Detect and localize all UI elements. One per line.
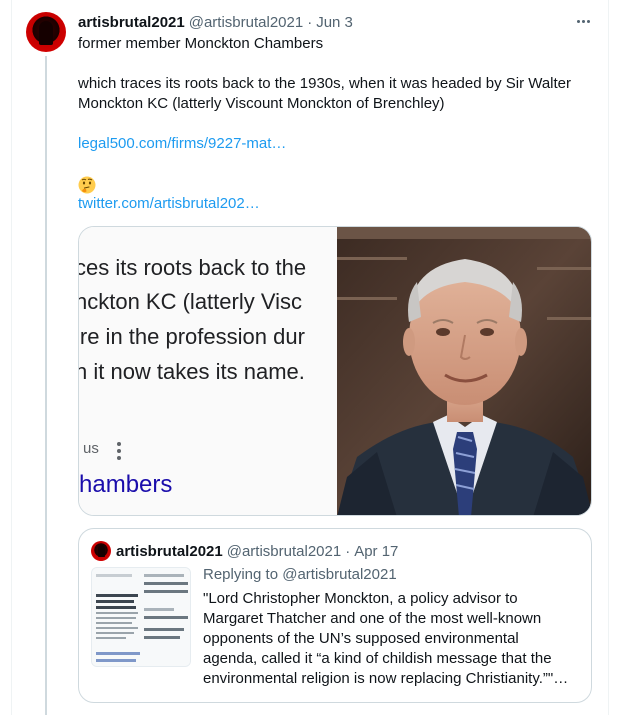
avatar[interactable] <box>26 12 66 52</box>
media-screenshot[interactable]: ces its roots back to the nckton KC (lat… <box>79 227 337 515</box>
column-border-right <box>608 0 609 715</box>
quoted-text-line-5: environmental religion is now replacing … <box>203 670 569 687</box>
quoted-author-handle: @artisbrutal2021 <box>226 542 342 560</box>
screenshot-blue-text: hambers <box>79 471 173 498</box>
quoted-text-line-4: agenda, called it “a kind of childish me… <box>203 650 552 667</box>
quoted-tweet[interactable]: artisbrutal2021 @artisbrutal2021 · Apr 1… <box>78 528 592 703</box>
thinking-face-emoji <box>78 176 96 194</box>
media-photo[interactable] <box>337 227 591 515</box>
screenshot-line-3: ire in the profession dur <box>79 324 305 349</box>
tweet-header: artisbrutal2021 @artisbrutal2021 · Jun 3 <box>78 12 353 32</box>
tweet-date[interactable]: Jun 3 <box>316 14 353 31</box>
column-border-left <box>11 0 12 715</box>
quoted-author-name: artisbrutal2021 <box>116 542 223 560</box>
screenshot-line-2: nckton KC (latterly Visc <box>79 289 303 314</box>
tweet-link-twitter[interactable]: twitter.com/artisbrutal202… <box>78 194 260 214</box>
screenshot-small-text: us <box>83 440 99 457</box>
tweet-text-line-1: former member Monckton Chambers <box>78 35 324 52</box>
quoted-text-line-3: opponents of the UN’s supposed environme… <box>203 630 519 647</box>
quoted-replying-to: Replying to @artisbrutal2021 <box>203 566 397 583</box>
tweet-text-line-3: Monckton KC (latterly Viscount Monckton … <box>78 95 445 112</box>
kebab-icon <box>117 442 121 460</box>
screenshot-line-4: n it now takes its name. <box>79 359 305 384</box>
quoted-avatar <box>91 541 111 561</box>
portrait-photo <box>337 227 591 515</box>
tweet-text-line-2: which traces its roots back to the 1930s… <box>78 75 572 92</box>
quoted-thumbnail <box>91 567 191 667</box>
more-icon[interactable] <box>572 10 594 32</box>
tweet-link-legal500[interactable]: legal500.com/firms/9227-mat… <box>78 134 286 154</box>
author-handle[interactable]: @artisbrutal2021 <box>189 14 303 31</box>
author-name[interactable]: artisbrutal2021 <box>78 14 185 31</box>
quoted-header: artisbrutal2021 @artisbrutal2021 · Apr 1… <box>116 541 398 561</box>
separator: · <box>307 13 313 31</box>
thread-line <box>45 56 47 715</box>
quoted-text-line-2: Margaret Thatcher and one of the most we… <box>203 610 542 627</box>
screenshot-line-1: ces its roots back to the <box>79 255 307 280</box>
quoted-separator: · <box>345 542 351 560</box>
media-grid[interactable]: ces its roots back to the nckton KC (lat… <box>78 226 592 516</box>
quoted-date: Apr 17 <box>354 542 399 560</box>
quoted-text-line-1: "Lord Christopher Monckton, a policy adv… <box>203 590 518 607</box>
